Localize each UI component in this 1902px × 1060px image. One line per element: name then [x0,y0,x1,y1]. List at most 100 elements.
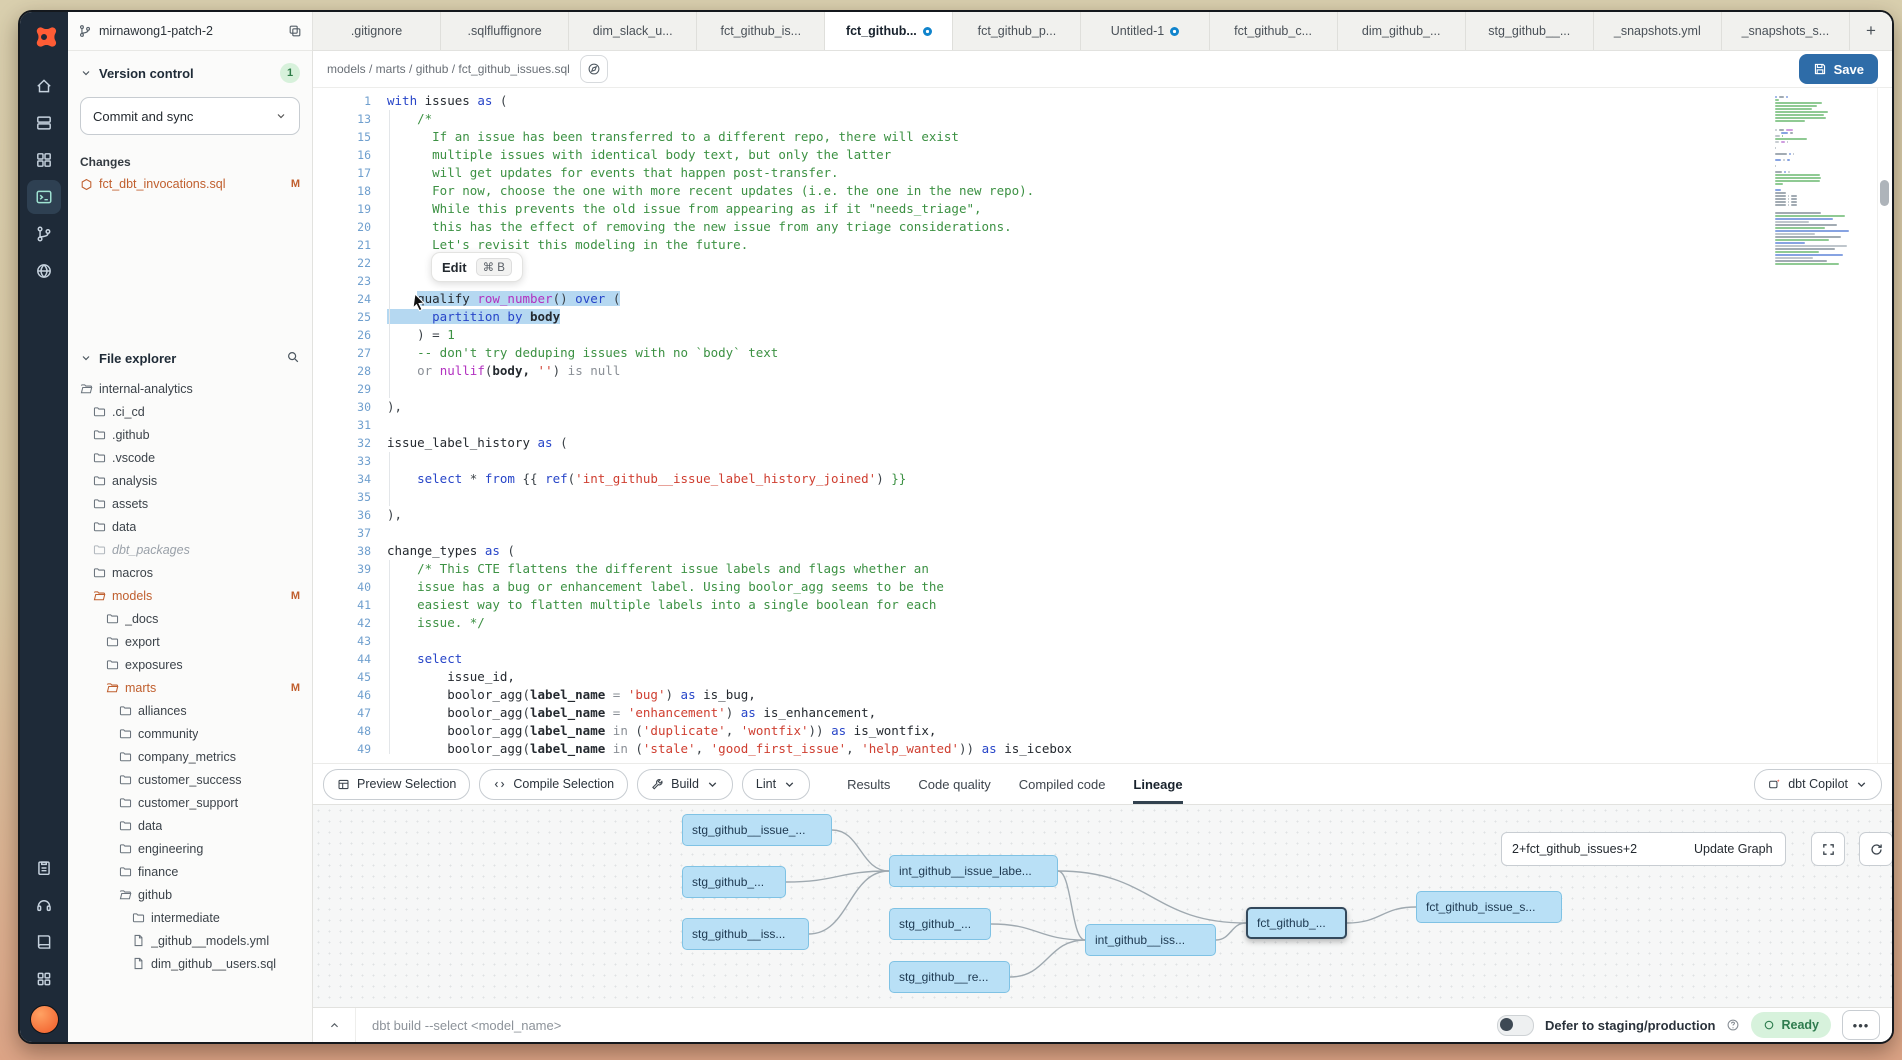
tree-folder-models[interactable]: modelsM [68,584,312,607]
code-line-37[interactable]: 37 [313,524,1769,542]
tree-folder-alliances[interactable]: alliances [68,699,312,722]
code-line-48[interactable]: 48 boolor_agg(label_name in ('duplicate'… [313,722,1769,740]
tree-folder-.vscode[interactable]: .vscode [68,446,312,469]
rail-explore-icon[interactable] [27,254,61,288]
code-line-13[interactable]: 13 /* [313,110,1769,128]
lint-button[interactable]: Lint [742,769,810,800]
tab-dim_github_...[interactable]: dim_github_... [1338,12,1466,50]
editor-scrollbar[interactable] [1877,88,1892,763]
more-options-button[interactable]: ••• [1842,1010,1880,1040]
code-line-18[interactable]: 18 For now, choose the one with more rec… [313,182,1769,200]
code-line-41[interactable]: 41 easiest way to flatten multiple label… [313,596,1769,614]
lineage-node-stg_github_...[interactable]: stg_github_... [682,866,786,898]
tree-folder-data[interactable]: data [68,515,312,538]
code-line-26[interactable]: 26 ) = 1 [313,326,1769,344]
tab-fct_github...[interactable]: fct_github... [825,12,953,50]
code-line-21[interactable]: 21 Let's revisit this modeling in the fu… [313,236,1769,254]
rail-docs-icon[interactable] [27,851,61,885]
code-line-49[interactable]: 49 boolor_agg(label_name in ('stale', 'g… [313,740,1769,758]
code-line-40[interactable]: 40 issue has a bug or enhancement label.… [313,578,1769,596]
code-line-38[interactable]: 38change_types as ( [313,542,1769,560]
defer-toggle[interactable] [1497,1015,1534,1036]
rail-home-icon[interactable] [27,69,61,103]
code-line-22[interactable]: 22 [313,254,1769,272]
code-line-16[interactable]: 16 multiple issues with identical body t… [313,146,1769,164]
lineage-node-int_github__issue_labe...[interactable]: int_github__issue_labe... [889,855,1058,887]
status-badge[interactable]: Ready [1751,1012,1831,1038]
tree-folder-engineering[interactable]: engineering [68,837,312,860]
code-line-42[interactable]: 42 issue. */ [313,614,1769,632]
code-line-17[interactable]: 17 will get updates for events that happ… [313,164,1769,182]
tree-folder-data[interactable]: data [68,814,312,837]
update-graph-button[interactable]: Update Graph [1682,832,1786,866]
panel-tab-Lineage[interactable]: Lineage [1133,764,1182,804]
code-editor[interactable]: Edit ⌘ B 1with issues as (13 /*15 If an … [313,88,1892,763]
tab-stg_github__...[interactable]: stg_github__... [1466,12,1594,50]
compile-selection-button[interactable]: Compile Selection [479,769,628,800]
tree-folder-dbt_packages[interactable]: dbt_packages [68,538,312,561]
code-line-20[interactable]: 20 this has the effect of removing the n… [313,218,1769,236]
branch-header[interactable]: mirnawong1-patch-2 [68,12,312,51]
file-search-button[interactable] [286,350,300,367]
tree-folder-intermediate[interactable]: intermediate [68,906,312,929]
rail-version-control-icon[interactable] [27,217,61,251]
code-line-43[interactable]: 43 [313,632,1769,650]
tree-folder-customer_success[interactable]: customer_success [68,768,312,791]
rail-apps-icon[interactable] [27,962,61,996]
lineage-node-stg_github_...[interactable]: stg_github_... [889,908,991,940]
rail-environments-icon[interactable] [27,106,61,140]
dbt-logo-icon[interactable] [29,22,59,52]
rail-apps-grid-icon[interactable] [27,143,61,177]
code-line-30[interactable]: 30), [313,398,1769,416]
tree-folder-export[interactable]: export [68,630,312,653]
code-line-44[interactable]: 44 select [313,650,1769,668]
tab-.sqlfluffignore[interactable]: .sqlfluffignore [441,12,569,50]
tab-.gitignore[interactable]: .gitignore [313,12,441,50]
version-control-header[interactable]: Version control 1 [80,63,300,83]
collapse-panel-button[interactable] [313,1008,356,1042]
tree-folder-_docs[interactable]: _docs [68,607,312,630]
file-explorer-header[interactable]: File explorer [68,341,312,375]
editor-minimap[interactable] [1769,88,1877,763]
tree-folder-.ci_cd[interactable]: .ci_cd [68,400,312,423]
code-line-33[interactable]: 33 [313,452,1769,470]
tree-file-dim_github__users.sql[interactable]: dim_github__users.sql [68,952,312,975]
new-tab-button[interactable]: + [1850,12,1892,50]
build-button[interactable]: Build [637,769,733,800]
code-line-46[interactable]: 46 boolor_agg(label_name = 'bug') as is_… [313,686,1769,704]
code-line-34[interactable]: 34 select * from {{ ref('int_github__iss… [313,470,1769,488]
tree-folder-exposures[interactable]: exposures [68,653,312,676]
tab-_snapshots_s...[interactable]: _snapshots_s... [1722,12,1850,50]
tree-folder-assets[interactable]: assets [68,492,312,515]
code-line-32[interactable]: 32issue_label_history as ( [313,434,1769,452]
code-line-27[interactable]: 27 -- don't try deduping issues with no … [313,344,1769,362]
rail-support-icon[interactable] [27,888,61,922]
tree-file-_github__models.yml[interactable]: _github__models.yml [68,929,312,952]
tree-folder-github[interactable]: github [68,883,312,906]
tree-folder-.github[interactable]: .github [68,423,312,446]
tree-folder-company_metrics[interactable]: company_metrics [68,745,312,768]
tab-fct_github_is...[interactable]: fct_github_is... [697,12,825,50]
lineage-node-stg_github__re...[interactable]: stg_github__re... [889,961,1010,993]
lineage-node-stg_github__iss...[interactable]: stg_github__iss... [682,918,809,950]
changed-file[interactable]: fct_dbt_invocations.sqlM [80,177,300,191]
code-line-24[interactable]: 24 qualify row_number() over ( [313,290,1769,308]
lineage-refresh-button[interactable] [1859,832,1892,866]
lineage-node-fct_github_...[interactable]: fct_github_... [1246,907,1347,939]
code-line-25[interactable]: 25 partition by body [313,308,1769,326]
code-line-19[interactable]: 19 While this prevents the old issue fro… [313,200,1769,218]
tab-fct_github_p...[interactable]: fct_github_p... [953,12,1081,50]
tab-dim_slack_u...[interactable]: dim_slack_u... [569,12,697,50]
user-avatar[interactable] [30,1005,59,1034]
preview-selection-button[interactable]: Preview Selection [323,769,470,800]
lineage-panel[interactable]: Update Graph stg_github__issue_... stg_gi… [313,805,1892,1007]
lineage-node-stg_github__issue_...[interactable]: stg_github__issue_... [682,814,832,846]
code-line-29[interactable]: 29 [313,380,1769,398]
code-line-45[interactable]: 45 issue_id, [313,668,1769,686]
code-line-47[interactable]: 47 boolor_agg(label_name = 'enhancement'… [313,704,1769,722]
panel-tab-Results[interactable]: Results [847,764,890,804]
code-line-23[interactable]: 23 [313,272,1769,290]
lineage-fullscreen-button[interactable] [1811,832,1845,866]
tree-folder-community[interactable]: community [68,722,312,745]
panel-tab-Code quality[interactable]: Code quality [918,764,990,804]
